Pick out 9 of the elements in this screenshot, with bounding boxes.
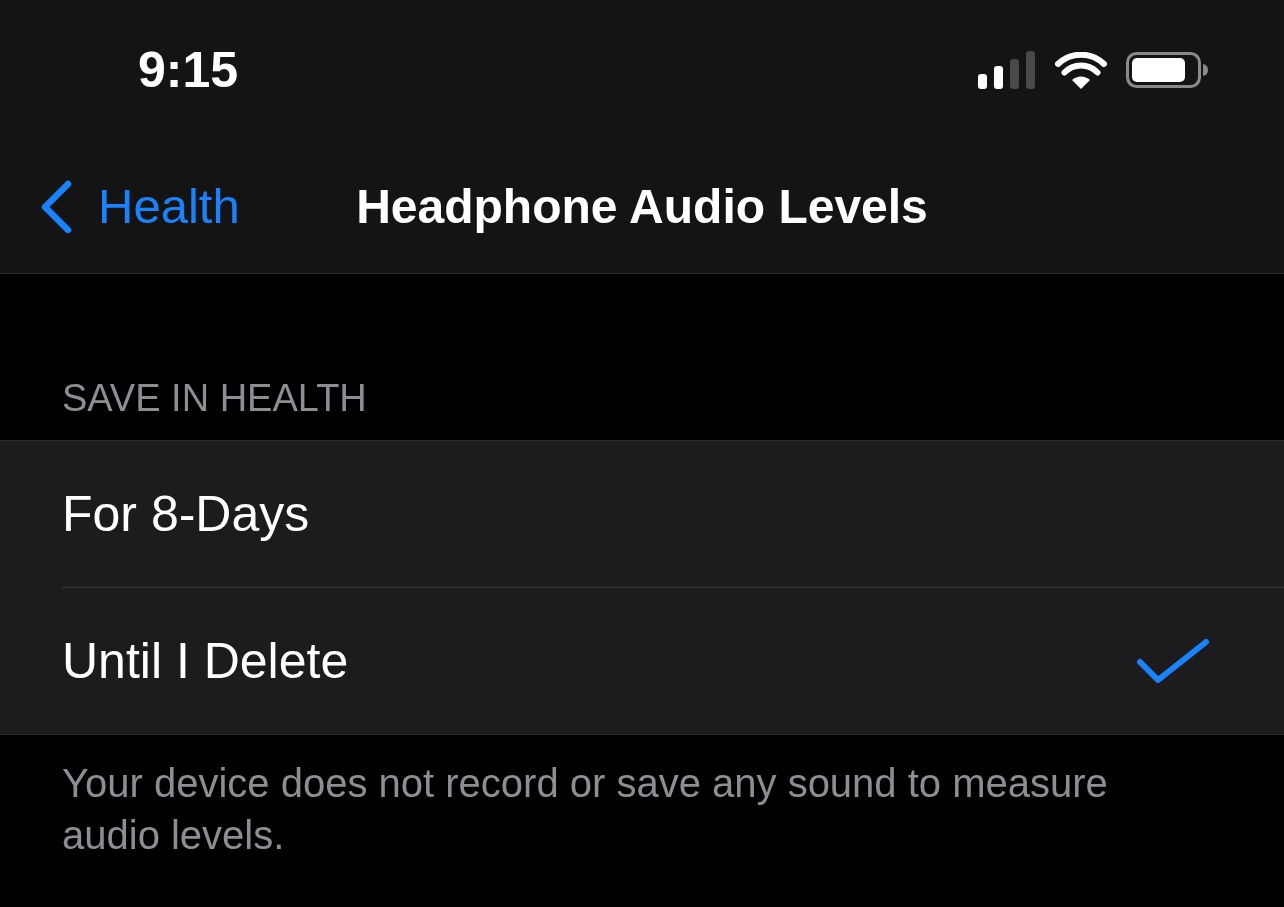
wifi-icon bbox=[1055, 51, 1107, 89]
nav-title: Headphone Audio Levels bbox=[356, 182, 928, 231]
section-footer: Your device does not record or save any sound to measure audio levels. bbox=[62, 757, 1172, 861]
status-time: 9:15 bbox=[138, 45, 239, 95]
battery-icon bbox=[1126, 52, 1208, 88]
section-header: SAVE IN HEALTH bbox=[62, 378, 367, 418]
chevron-left-icon bbox=[40, 179, 72, 234]
signal-icon bbox=[978, 51, 1036, 89]
back-button[interactable]: Health bbox=[40, 179, 240, 234]
